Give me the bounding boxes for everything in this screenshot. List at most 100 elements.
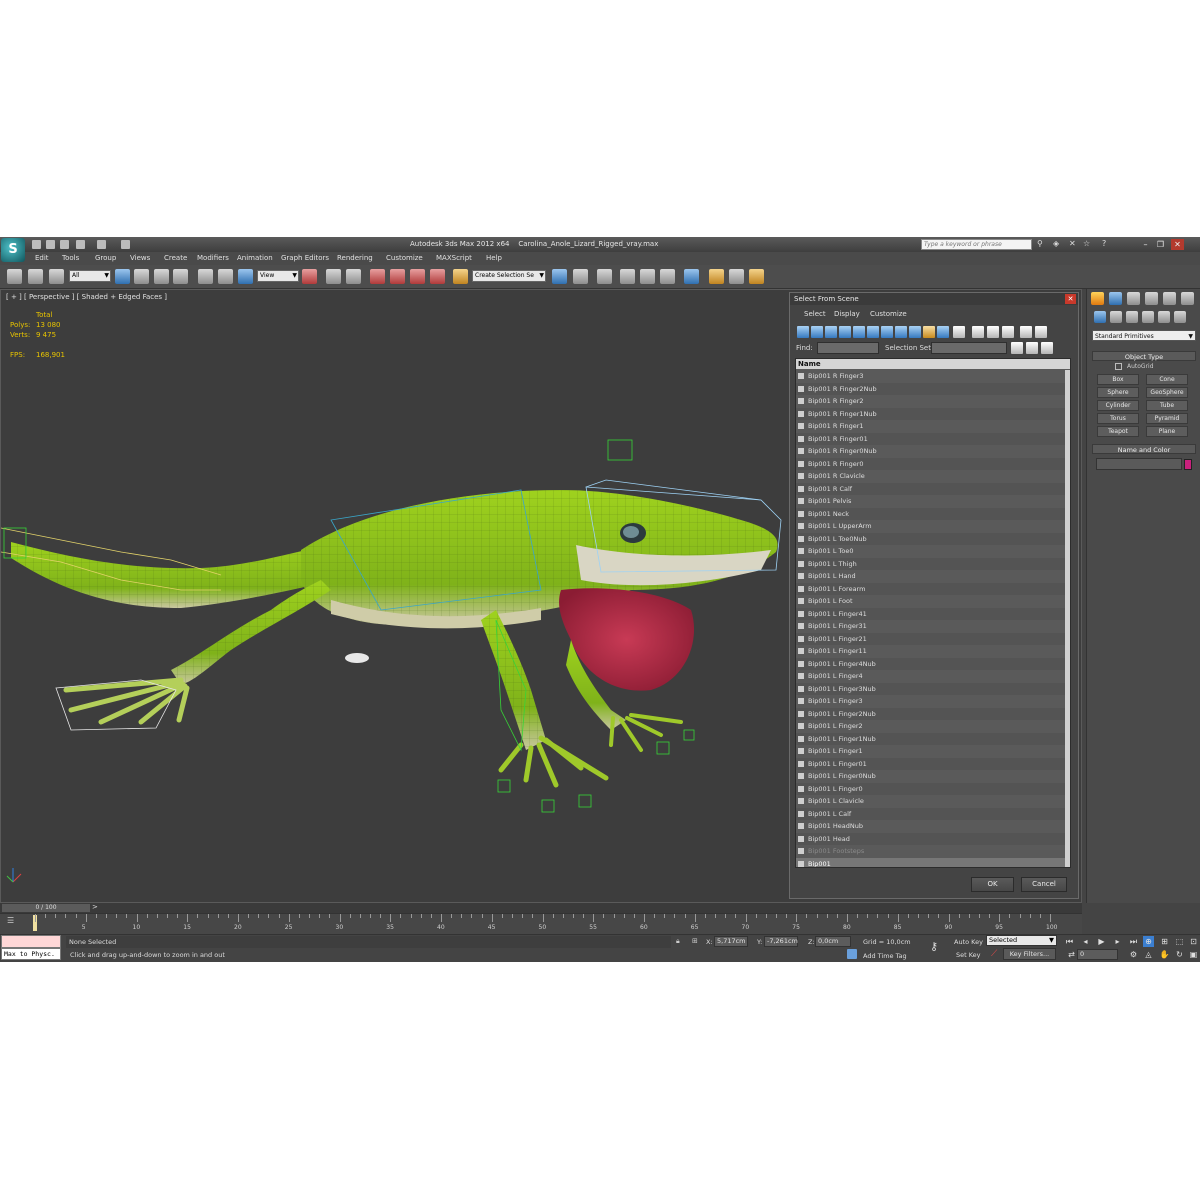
- display-none-icon[interactable]: [972, 326, 984, 338]
- list-item[interactable]: Bip001 L Finger1Nub: [796, 732, 1065, 745]
- list-item[interactable]: Bip001 L Calf: [796, 807, 1065, 820]
- list-item[interactable]: Bip001 R Finger2: [796, 395, 1065, 408]
- time-configuration-icon[interactable]: ⚙: [1128, 949, 1139, 960]
- communication-icon[interactable]: ✕: [1069, 239, 1076, 248]
- cylinder-button[interactable]: Cylinder: [1097, 400, 1139, 411]
- snaps-toggle-icon[interactable]: [370, 269, 385, 284]
- layer-manager-icon[interactable]: [597, 269, 612, 284]
- add-time-tag-button[interactable]: Add Time Tag: [863, 952, 907, 960]
- object-type-rollout[interactable]: Object Type: [1092, 351, 1196, 361]
- save-file-icon[interactable]: [60, 240, 69, 249]
- maximize-button[interactable]: ❐: [1154, 239, 1167, 250]
- graphite-toggle-icon[interactable]: [620, 269, 635, 284]
- render-setup-icon[interactable]: [709, 269, 724, 284]
- find-input[interactable]: [817, 342, 879, 354]
- menu-edit[interactable]: Edit: [35, 254, 49, 262]
- list-item[interactable]: Bip001 L Finger1: [796, 745, 1065, 758]
- help-icon[interactable]: ?: [1102, 239, 1106, 248]
- sphere-button[interactable]: Sphere: [1097, 387, 1139, 398]
- go-to-start-icon[interactable]: ⏮: [1064, 936, 1075, 947]
- maximize-viewport-icon[interactable]: ▣: [1188, 949, 1199, 960]
- selection-set-icon-1[interactable]: [1011, 342, 1023, 354]
- scene-object-list[interactable]: Name Bip001 R Finger3 Bip001 R Finger2Nu…: [795, 358, 1071, 868]
- list-item[interactable]: Bip001 L Finger0: [796, 782, 1065, 795]
- create-tab-icon[interactable]: [1091, 292, 1104, 305]
- display-bones-icon[interactable]: [909, 326, 921, 338]
- hierarchy-tab-icon[interactable]: [1127, 292, 1140, 305]
- spinner-snap-icon[interactable]: [430, 269, 445, 284]
- spacewarps-icon[interactable]: [1174, 311, 1186, 323]
- list-item[interactable]: Bip001 R Finger1: [796, 420, 1065, 433]
- dialog-menu-select[interactable]: Select: [804, 310, 826, 318]
- menu-rendering[interactable]: Rendering: [337, 254, 373, 262]
- time-tag-icon[interactable]: [847, 949, 857, 959]
- list-item[interactable]: Bip001: [796, 857, 1065, 867]
- play-icon[interactable]: ▶: [1096, 936, 1107, 947]
- hierarchy-icon[interactable]: [1035, 326, 1047, 338]
- list-item[interactable]: Bip001 L Finger3Nub: [796, 682, 1065, 695]
- previous-frame-icon[interactable]: ◂: [1080, 936, 1091, 947]
- menu-group[interactable]: Group: [95, 254, 116, 262]
- motion-tab-icon[interactable]: [1145, 292, 1158, 305]
- list-item[interactable]: Bip001 R Finger0: [796, 457, 1065, 470]
- zoom-icon[interactable]: ⊕: [1143, 936, 1154, 947]
- filter-icon[interactable]: [1020, 326, 1032, 338]
- display-cameras-icon[interactable]: [839, 326, 851, 338]
- close-button[interactable]: ✕: [1171, 239, 1184, 250]
- pivot-center-icon[interactable]: [302, 269, 317, 284]
- lights-icon[interactable]: [1126, 311, 1138, 323]
- list-item[interactable]: Bip001 L Foot: [796, 595, 1065, 608]
- plane-button[interactable]: Plane: [1146, 426, 1188, 437]
- list-item[interactable]: Bip001 R Calf: [796, 482, 1065, 495]
- display-all-icon[interactable]: [953, 326, 965, 338]
- menu-maxscript[interactable]: MAXScript: [436, 254, 472, 262]
- mini-curve-editor-icon[interactable]: ☰: [7, 916, 14, 925]
- key-mode-toggle-icon[interactable]: ⇄: [1066, 949, 1077, 960]
- keyboard-shortcut-icon[interactable]: [346, 269, 361, 284]
- display-geometry-icon[interactable]: [797, 326, 809, 338]
- x-coordinate-field[interactable]: 5,717cm: [714, 936, 748, 947]
- maxscript-output[interactable]: Max to Physc.: [1, 948, 61, 960]
- list-item[interactable]: Bip001 R Finger0Nub: [796, 445, 1065, 458]
- list-item[interactable]: Bip001 L Finger31: [796, 620, 1065, 633]
- list-scrollbar[interactable]: [1065, 370, 1070, 867]
- list-item[interactable]: Bip001 HeadNub: [796, 820, 1065, 833]
- menu-animation[interactable]: Animation: [237, 254, 273, 262]
- menu-views[interactable]: Views: [130, 254, 150, 262]
- dialog-menu-display[interactable]: Display: [834, 310, 860, 318]
- project-folder-icon[interactable]: [121, 240, 130, 249]
- window-crossing-icon[interactable]: [173, 269, 188, 284]
- y-coordinate-field[interactable]: -7,261cm: [764, 936, 798, 947]
- display-helpers-icon[interactable]: [853, 326, 865, 338]
- new-file-icon[interactable]: [32, 240, 41, 249]
- mirror-icon[interactable]: [552, 269, 567, 284]
- z-coordinate-field[interactable]: 0,0cm: [815, 936, 851, 947]
- menu-tools[interactable]: Tools: [62, 254, 79, 262]
- selection-set-icon-2[interactable]: [1026, 342, 1038, 354]
- list-item[interactable]: Bip001 R Finger3: [796, 370, 1065, 383]
- name-and-color-rollout[interactable]: Name and Color: [1092, 444, 1196, 454]
- select-object-icon[interactable]: [115, 269, 130, 284]
- key-filters-button[interactable]: Key Filters...: [1003, 948, 1056, 960]
- list-item[interactable]: Bip001 L Finger4Nub: [796, 657, 1065, 670]
- app-logo-icon[interactable]: S: [1, 238, 25, 262]
- list-item[interactable]: Bip001 L Finger4: [796, 670, 1065, 683]
- selection-set-dropdown[interactable]: [931, 342, 1007, 354]
- geometry-icon[interactable]: [1094, 311, 1106, 323]
- list-item[interactable]: Bip001 R Finger01: [796, 432, 1065, 445]
- display-invert-icon[interactable]: [987, 326, 999, 338]
- bind-spacewarp-icon[interactable]: [49, 269, 64, 284]
- menu-modifiers[interactable]: Modifiers: [197, 254, 229, 262]
- open-file-icon[interactable]: [46, 240, 55, 249]
- zoom-all-icon[interactable]: ⊞: [1159, 936, 1170, 947]
- auto-key-button[interactable]: Auto Key: [954, 936, 983, 948]
- select-manipulate-icon[interactable]: [326, 269, 341, 284]
- display-shapes-icon[interactable]: [811, 326, 823, 338]
- list-item[interactable]: Bip001 R Finger1Nub: [796, 407, 1065, 420]
- render-production-icon[interactable]: [749, 269, 764, 284]
- list-item[interactable]: Bip001 L Thigh: [796, 557, 1065, 570]
- rotate-icon[interactable]: [218, 269, 233, 284]
- maxscript-listener-input[interactable]: [1, 935, 61, 948]
- zoom-extents-icon[interactable]: ⬚: [1174, 936, 1185, 947]
- rendered-frame-window-icon[interactable]: [729, 269, 744, 284]
